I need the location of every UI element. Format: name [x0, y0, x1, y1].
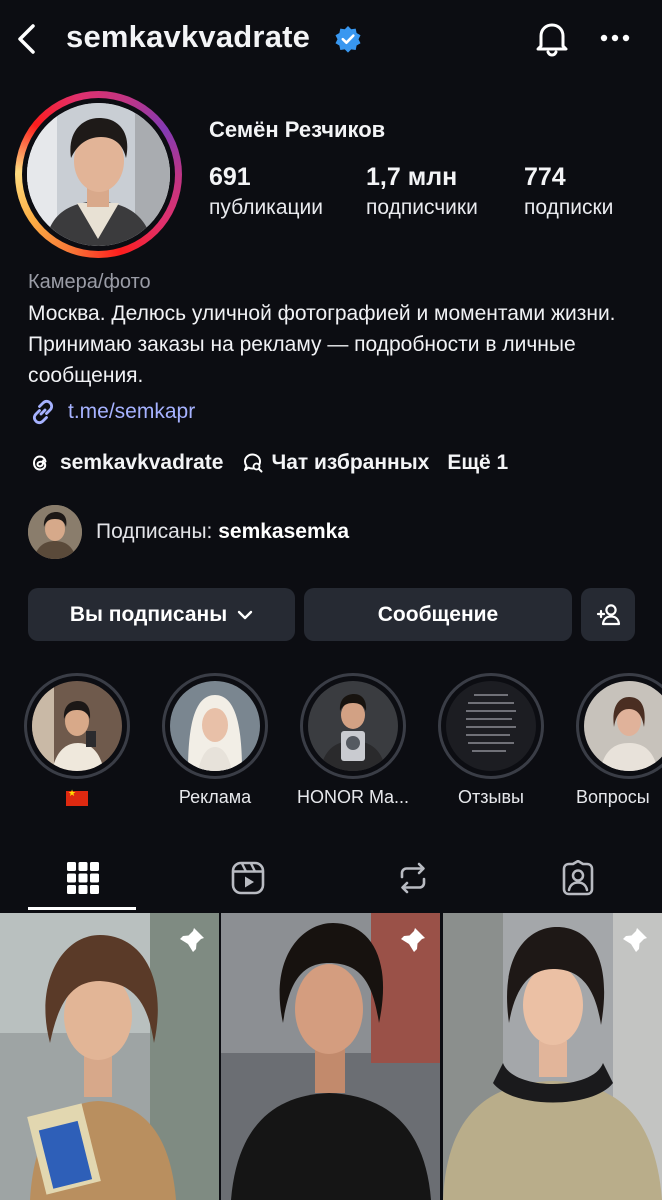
profile-category: Камера/фото: [28, 271, 151, 293]
profile-avatar[interactable]: [27, 103, 170, 246]
highlight-ring: [300, 673, 406, 779]
channel-link[interactable]: Чат избранных: [271, 451, 429, 475]
tab-tagged[interactable]: [495, 848, 660, 908]
highlight-cover-art: [32, 681, 122, 771]
threads-icon[interactable]: [28, 451, 52, 475]
highlight-label: HONOR Ma...: [296, 787, 409, 807]
story-highlight[interactable]: [24, 673, 130, 806]
mutual-avatar-illustration: [28, 505, 82, 559]
pin-icon: [623, 928, 647, 952]
story-highlight[interactable]: HONOR Ma...: [297, 673, 409, 807]
chat-search-icon: [244, 453, 263, 473]
stat-following-label: подписки: [524, 196, 614, 219]
story-highlight[interactable]: Вопросы: [576, 673, 662, 807]
followed-by-text: Подписаны: semkasemka: [96, 520, 349, 544]
following-button[interactable]: Вы подписаны: [28, 588, 295, 641]
message-button[interactable]: Сообщение: [304, 588, 572, 641]
highlight-label: [4, 787, 150, 808]
highlight-cover-art: [308, 681, 398, 771]
avatar-border: [22, 98, 175, 251]
highlight-cover-art: [170, 681, 260, 771]
reels-icon: [231, 861, 264, 895]
highlight-label: Вопросы: [576, 787, 650, 807]
highlight-ring: [438, 673, 544, 779]
profile-link[interactable]: t.me/semkapr: [28, 397, 195, 427]
post-image: [221, 913, 440, 1200]
stat-posts-value: 691: [209, 163, 251, 191]
highlight-cover: [446, 681, 536, 771]
profile-full-name: Семён Резчиков: [209, 117, 386, 142]
avatar-illustration: [27, 103, 170, 246]
following-button-label: Вы подписаны: [69, 602, 228, 626]
reposts-icon: [400, 862, 425, 894]
chevron-down-icon: [237, 610, 253, 619]
highlight-ring: [162, 673, 268, 779]
story-ring[interactable]: [15, 91, 182, 258]
profile-page: semkavkvadrate Семён Резчиков 691 публик…: [0, 0, 662, 1200]
post-thumbnail[interactable]: [221, 913, 440, 1200]
tab-posts[interactable]: [0, 848, 165, 908]
pin-icon: [401, 928, 425, 952]
story-highlight[interactable]: Реклама: [162, 673, 268, 807]
message-button-label: Сообщение: [377, 602, 499, 626]
profile-bio: Москва. Делюсь уличной фотографией и мом…: [28, 302, 616, 387]
back-arrow-icon[interactable]: [14, 22, 40, 56]
mutual-follower-avatar: [28, 505, 82, 559]
active-tab-indicator: [28, 907, 136, 910]
post-thumbnail[interactable]: [443, 913, 662, 1200]
top-bar: semkavkvadrate: [0, 0, 662, 78]
stat-followers-label: подписчики: [366, 196, 478, 219]
post-image: [443, 913, 662, 1200]
stat-following[interactable]: 774 подписки: [524, 163, 613, 220]
tagged-icon: [562, 860, 593, 896]
highlight-cover: [584, 681, 662, 771]
stat-posts-label: публикации: [209, 196, 323, 219]
profile-meta-row: semkavkvadrate Чат избранных Ещё 1: [28, 448, 508, 478]
grid-icon: [66, 862, 99, 894]
highlight-cover-art: [446, 681, 536, 771]
highlight-cover: [308, 681, 398, 771]
threads-handle[interactable]: semkavkvadrate: [60, 451, 223, 475]
highlight-cover: [32, 681, 122, 771]
story-highlight[interactable]: Отзывы: [438, 673, 544, 807]
tab-reposts[interactable]: [330, 848, 495, 908]
stat-following-value: 774: [524, 163, 566, 191]
link-icon: [32, 399, 54, 425]
highlight-ring: [24, 673, 130, 779]
stat-followers[interactable]: 1,7 млн подписчики: [366, 163, 478, 220]
highlight-label: Реклама: [178, 787, 252, 807]
followed-by-prefix: Подписаны:: [96, 520, 219, 543]
stat-posts[interactable]: 691 публикации: [209, 163, 323, 220]
pin-icon: [180, 928, 204, 952]
followed-by-name: semkasemka: [218, 520, 349, 543]
followed-by-row[interactable]: Подписаны: semkasemka: [28, 505, 349, 559]
highlight-label: Отзывы: [458, 787, 524, 807]
add-person-icon: [596, 603, 621, 625]
highlight-cover-art: [584, 681, 662, 771]
post-image: [0, 913, 219, 1200]
bell-icon[interactable]: [532, 18, 572, 58]
suggest-people-button[interactable]: [581, 588, 635, 641]
china-flag-emoji: [66, 788, 88, 806]
profile-link-text: t.me/semkapr: [68, 400, 196, 423]
highlight-cover: [170, 681, 260, 771]
highlight-ring: [576, 673, 662, 779]
verified-badge-icon: [335, 26, 361, 53]
more-links[interactable]: Ещё 1: [447, 451, 508, 475]
profile-username: semkavkvadrate: [66, 19, 311, 54]
stat-followers-value: 1,7 млн: [366, 163, 458, 191]
more-options-icon[interactable]: [598, 26, 632, 50]
post-thumbnail[interactable]: [0, 913, 219, 1200]
tab-reels[interactable]: [165, 848, 330, 908]
